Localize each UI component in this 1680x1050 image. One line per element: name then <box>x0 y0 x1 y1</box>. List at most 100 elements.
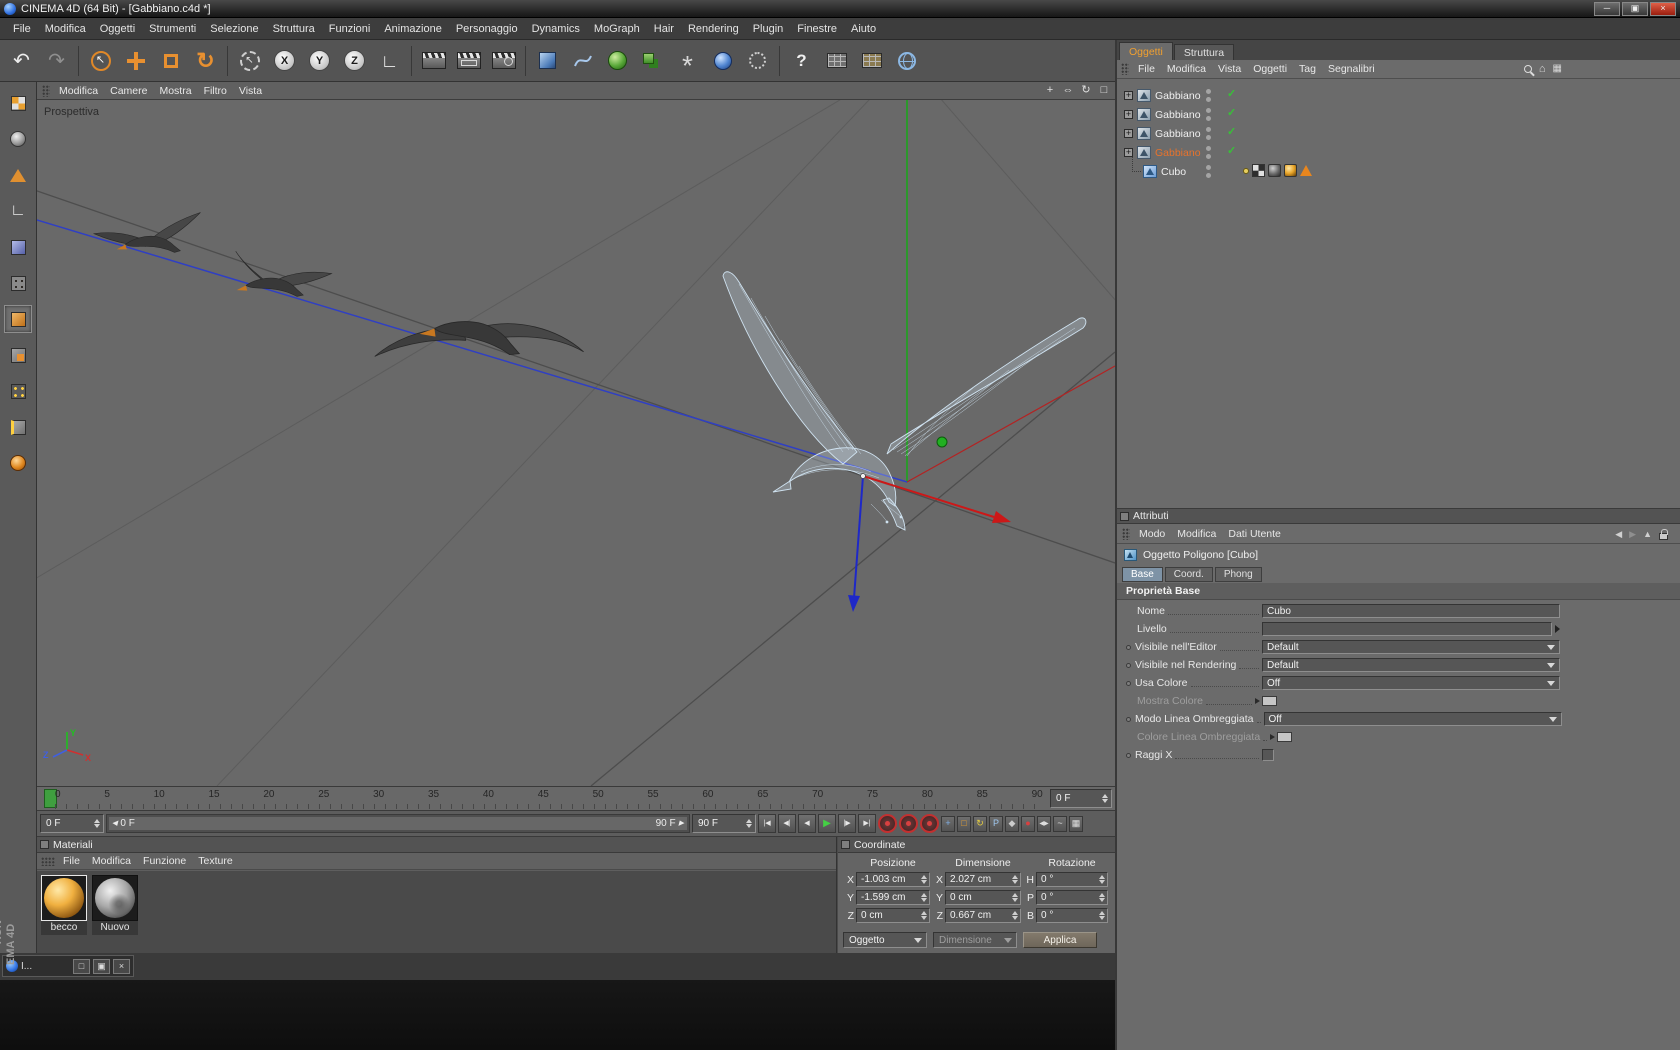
apply-button[interactable]: Applica <box>1023 932 1097 948</box>
object-name[interactable]: Gabbiano <box>1155 128 1201 140</box>
livello-popup-icon[interactable] <box>1555 625 1560 633</box>
viewport-menu-mostra[interactable]: Mostra <box>153 83 197 99</box>
add-spline-button[interactable] <box>566 44 599 78</box>
record-keyframe-button[interactable] <box>878 814 897 833</box>
tab-oggetti[interactable]: Oggetti <box>1119 42 1173 60</box>
visibility-dots[interactable] <box>1206 108 1211 121</box>
zoom-view-icon[interactable] <box>1061 85 1075 96</box>
menu-oggetti[interactable]: Oggetti <box>93 20 142 38</box>
visibility-dots[interactable] <box>1206 127 1211 140</box>
minimize-button[interactable] <box>1594 1 1620 16</box>
add-scene-object-button[interactable] <box>741 44 774 78</box>
coordinates-header[interactable]: Coordinate <box>838 837 1115 853</box>
menu-file[interactable]: File <box>6 20 38 38</box>
texture-tag-checker-icon[interactable] <box>1252 164 1265 177</box>
nome-input[interactable]: Cubo <box>1262 604 1560 618</box>
lock-icon[interactable] <box>1659 528 1668 540</box>
frame-range-slider[interactable]: 0 F 90 F <box>106 814 690 833</box>
panel-grip[interactable] <box>1121 63 1129 75</box>
om-menu-file[interactable]: File <box>1132 61 1161 77</box>
scale-button[interactable] <box>154 44 187 78</box>
expand-icon[interactable] <box>1124 110 1133 119</box>
object-name[interactable]: Gabbiano <box>1155 90 1201 102</box>
visibility-dots[interactable] <box>1206 146 1211 159</box>
panel-grip[interactable] <box>42 84 50 97</box>
menu-funzioni[interactable]: Funzioni <box>322 20 378 38</box>
model-mode-button[interactable] <box>4 125 32 153</box>
menu-plugin[interactable]: Plugin <box>746 20 791 38</box>
menu-hair[interactable]: Hair <box>647 20 681 38</box>
enabled-check-icon[interactable] <box>1227 127 1236 138</box>
key-position-button[interactable] <box>941 815 955 832</box>
search-icon[interactable] <box>1523 65 1532 73</box>
pos-x-field[interactable]: -1.003 cm <box>856 872 930 887</box>
modo-linea-dropdown[interactable]: Off <box>1263 712 1562 726</box>
start-frame-field[interactable]: 0 F <box>40 814 104 833</box>
range-fill[interactable] <box>109 817 687 830</box>
polygon-face-mode-button[interactable] <box>4 341 32 369</box>
lock-x-button[interactable]: X <box>268 44 301 78</box>
expand-arrow-icon[interactable] <box>1270 734 1276 740</box>
tab-phong[interactable]: Phong <box>1214 567 1262 582</box>
dim-z-field[interactable]: 0.667 cm <box>945 908 1021 923</box>
rotate-button[interactable] <box>189 44 222 78</box>
previous-frame-button[interactable] <box>798 814 816 833</box>
enabled-check-icon[interactable] <box>1227 108 1236 119</box>
move-button[interactable] <box>119 44 152 78</box>
dimension-mode-dropdown[interactable]: Dimensione <box>933 932 1017 948</box>
object-row-gabbiano-2[interactable]: Gabbiano <box>1117 105 1680 124</box>
gull-shaded-2[interactable] <box>235 246 333 299</box>
viewport-menu-vista[interactable]: Vista <box>233 83 268 99</box>
viewport-menu-camere[interactable]: Camere <box>104 83 153 99</box>
play-button[interactable] <box>818 814 836 833</box>
lock-z-button[interactable]: Z <box>338 44 371 78</box>
panel-grip[interactable] <box>1122 528 1130 540</box>
previous-key-button[interactable] <box>778 814 796 833</box>
anim-bullet[interactable] <box>1126 752 1131 758</box>
object-row-gabbiano-3[interactable]: Gabbiano <box>1117 124 1680 143</box>
usa-colore-dropdown[interactable]: Off <box>1262 676 1560 690</box>
toggle-view-icon[interactable] <box>1097 85 1111 96</box>
rot-b-field[interactable]: 0 ° <box>1036 908 1108 923</box>
expand-icon[interactable] <box>1124 129 1133 138</box>
viewport-menu-filtro[interactable]: Filtro <box>198 83 233 99</box>
current-frame-field[interactable]: 0 F <box>1050 789 1112 808</box>
goto-start-button[interactable] <box>758 814 776 833</box>
make-editable-button[interactable] <box>4 89 32 117</box>
materials-menu-texture[interactable]: Texture <box>192 853 238 869</box>
arrow-up-icon[interactable] <box>1643 530 1652 539</box>
anim-bullet[interactable] <box>1126 716 1131 722</box>
material-name[interactable]: becco <box>41 921 87 935</box>
attr-menu-modifica[interactable]: Modifica <box>1171 526 1222 542</box>
render-settings-button[interactable] <box>487 44 520 78</box>
attr-menu-modo[interactable]: Modo <box>1133 526 1171 542</box>
selection-tag-icon[interactable] <box>1243 167 1249 174</box>
phong-tag-icon[interactable] <box>1300 165 1312 176</box>
redo-button[interactable] <box>40 44 73 78</box>
visibility-dots[interactable] <box>1206 89 1211 102</box>
next-key-button[interactable] <box>838 814 856 833</box>
key-pla-button[interactable] <box>1005 815 1019 832</box>
object-row-gabbiano-1[interactable]: Gabbiano <box>1117 86 1680 105</box>
gull-wireframe-selected[interactable] <box>722 271 1087 531</box>
texture-mode-button[interactable] <box>4 161 32 189</box>
rot-p-field[interactable]: 0 ° <box>1036 890 1108 905</box>
menu-modifica[interactable]: Modifica <box>38 20 93 38</box>
menu-struttura[interactable]: Struttura <box>266 20 322 38</box>
live-selection-button[interactable] <box>84 44 117 78</box>
om-menu-oggetti[interactable]: Oggetti <box>1247 61 1293 77</box>
pos-y-field[interactable]: -1.599 cm <box>856 890 930 905</box>
content-browser-button[interactable] <box>855 44 888 78</box>
texture-tag-gold-icon[interactable] <box>1284 164 1297 177</box>
om-menu-vista[interactable]: Vista <box>1212 61 1247 77</box>
enabled-check-icon[interactable] <box>1227 146 1236 157</box>
lock-y-button[interactable]: Y <box>303 44 336 78</box>
mostra-colore-swatch[interactable] <box>1262 696 1277 706</box>
enabled-check-icon[interactable] <box>1227 89 1236 100</box>
tab-struttura[interactable]: Struttura <box>1173 44 1235 60</box>
record-position-button[interactable] <box>899 814 918 833</box>
coordinate-mode-dropdown[interactable]: Oggetto <box>843 932 927 948</box>
attr-menu-dati-utente[interactable]: Dati Utente <box>1222 526 1287 542</box>
render-picture-viewer-button[interactable] <box>452 44 485 78</box>
gull-shaded-3[interactable] <box>374 314 585 371</box>
